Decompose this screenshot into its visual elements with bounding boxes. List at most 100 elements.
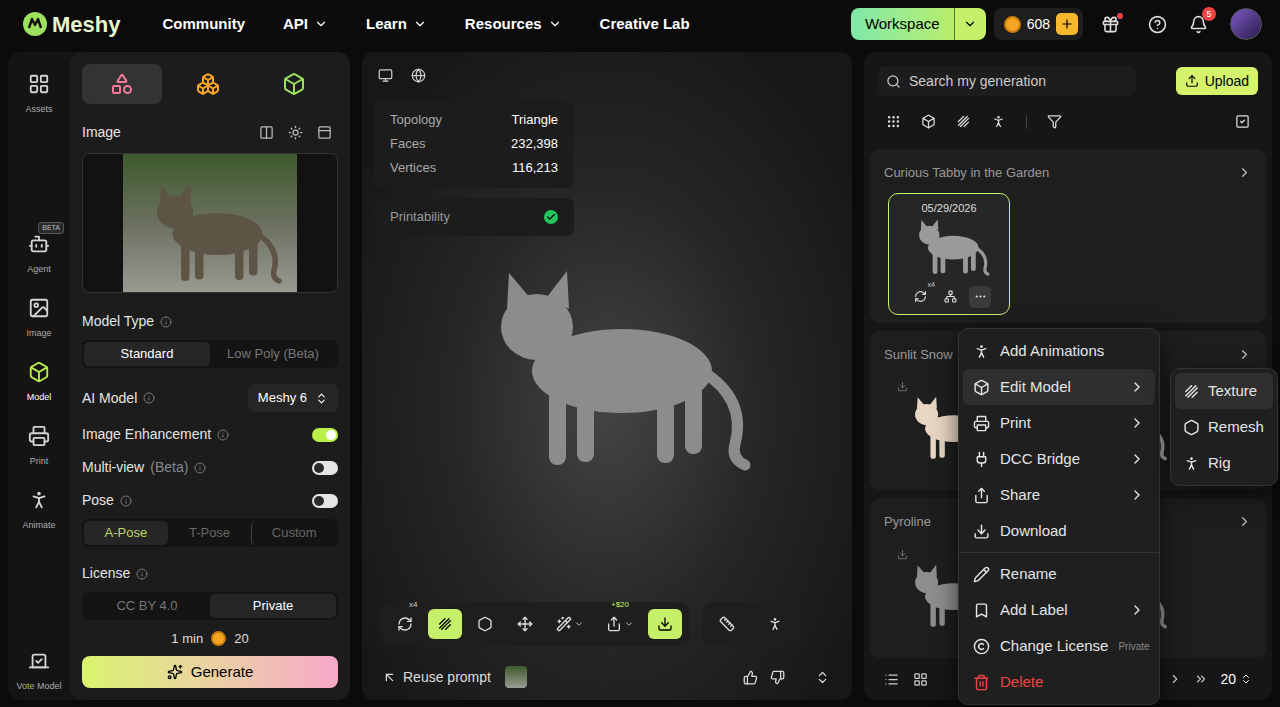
submenu-item[interactable]: Rig — [1175, 445, 1273, 481]
segment-option[interactable]: Standard — [84, 342, 210, 366]
animation-icon[interactable] — [991, 114, 1006, 129]
rail-item[interactable]: Model — [10, 357, 68, 403]
segment-option[interactable]: Low Poly (Beta) — [210, 342, 336, 366]
chevron-right-icon[interactable] — [1237, 514, 1252, 529]
light-icon[interactable] — [288, 125, 303, 140]
menu-item[interactable]: Add Animations — [963, 333, 1155, 369]
select-icon[interactable] — [1235, 114, 1250, 129]
rail-item[interactable]: BETAAgent — [10, 229, 68, 275]
mode-tab[interactable] — [168, 64, 248, 104]
mode-tab[interactable] — [254, 64, 334, 104]
rail-item[interactable]: Animate — [10, 485, 68, 531]
menu-item[interactable]: Change LicensePrivate — [963, 628, 1155, 664]
submenu-item[interactable]: Texture — [1175, 373, 1273, 409]
group-title[interactable]: Curious Tabby in the Garden — [884, 163, 1049, 183]
reuse-prompt-button[interactable]: Reuse prompt — [382, 667, 491, 688]
credits[interactable]: 608 — [994, 8, 1083, 40]
image-dropzone[interactable] — [82, 153, 338, 293]
mode-tab[interactable] — [82, 64, 162, 104]
thumbs-down-icon[interactable] — [770, 670, 785, 685]
next-page-icon[interactable] — [1168, 672, 1182, 686]
info-icon[interactable] — [217, 429, 229, 441]
rig-button[interactable] — [939, 286, 961, 308]
toolbar-button[interactable] — [508, 609, 542, 639]
nav-link[interactable]: API — [283, 13, 328, 36]
model-card[interactable]: 05/29/2026x4 — [888, 193, 1010, 315]
info-icon[interactable] — [194, 462, 206, 474]
group-title[interactable]: Pyroline — [884, 512, 931, 532]
chevron-right-icon[interactable] — [1237, 165, 1252, 180]
group-title[interactable]: Sunlit Snow — [884, 345, 953, 365]
toggle-switch[interactable] — [312, 494, 338, 508]
model-icon[interactable] — [921, 114, 936, 129]
toolbar-button[interactable] — [428, 609, 462, 639]
rail-item[interactable]: Assets — [10, 69, 68, 115]
workspace-button[interactable]: Workspace — [851, 8, 954, 40]
globe-icon[interactable] — [411, 68, 426, 83]
nav-link[interactable]: Community — [162, 13, 245, 36]
list-view-icon[interactable] — [884, 672, 899, 687]
pose-option[interactable]: T-Pose — [168, 521, 252, 545]
toolbar-button[interactable]: x4 — [388, 609, 422, 639]
monitor-icon[interactable] — [378, 68, 393, 83]
menu-item[interactable]: Add Label — [963, 592, 1155, 628]
toolbar-button[interactable] — [648, 609, 682, 639]
upload-button[interactable]: Upload — [1176, 67, 1258, 95]
nav-link[interactable]: Learn — [366, 13, 427, 36]
toolbar-button[interactable] — [758, 609, 792, 639]
nav-link[interactable]: Creative Lab — [600, 13, 690, 36]
menu-item[interactable]: Edit Model — [963, 369, 1155, 405]
chevron-right-icon[interactable] — [1237, 347, 1252, 362]
info-icon[interactable] — [160, 316, 172, 328]
rail-item[interactable]: Print — [10, 421, 68, 467]
workspace-dropdown[interactable] — [954, 8, 986, 40]
regenerate-button[interactable]: x4 — [909, 286, 931, 308]
toolbar-button[interactable] — [548, 609, 592, 639]
toggle-switch[interactable] — [312, 428, 338, 442]
menu-item[interactable]: DCC Bridge — [963, 441, 1155, 477]
generate-button[interactable]: Generate — [82, 656, 338, 688]
search-field[interactable]: Search my generation — [878, 66, 1136, 96]
filter-icon[interactable] — [1047, 114, 1062, 129]
menu-item[interactable]: Print — [963, 405, 1155, 441]
thumbs-up-icon[interactable] — [743, 670, 758, 685]
page-size[interactable]: 20 — [1220, 669, 1252, 690]
all-icon[interactable] — [886, 114, 901, 129]
info-icon[interactable] — [120, 495, 132, 507]
avatar[interactable] — [1230, 8, 1262, 40]
help-icon[interactable] — [1148, 15, 1167, 34]
toolbar-button[interactable] — [468, 609, 502, 639]
menu-item[interactable]: Share — [963, 477, 1155, 513]
toggle-switch[interactable] — [312, 461, 338, 475]
model-canvas[interactable] — [374, 236, 840, 602]
grid-view-icon[interactable] — [913, 672, 928, 687]
menu-item[interactable]: Delete — [963, 664, 1155, 700]
panel-icon[interactable] — [317, 125, 332, 140]
field-label: AI Model — [82, 388, 137, 409]
segment-option[interactable]: Private — [210, 594, 336, 618]
source-thumbnail[interactable] — [505, 666, 527, 688]
add-credits-button[interactable] — [1056, 13, 1078, 35]
notifications-button[interactable]: 5 — [1189, 15, 1208, 34]
gift-button[interactable] — [1101, 15, 1120, 34]
nav-link[interactable]: Resources — [465, 13, 562, 36]
ai-model-select[interactable]: Meshy 6 — [248, 384, 338, 412]
toolbar-button[interactable] — [710, 609, 744, 639]
logo[interactable]: Meshy — [22, 8, 120, 41]
info-icon[interactable] — [143, 392, 155, 404]
toolbar-button[interactable]: +$20 — [598, 609, 642, 639]
rail-item[interactable]: Image — [10, 293, 68, 339]
time-estimate: 1 min — [171, 629, 203, 649]
expand-icon[interactable] — [815, 670, 830, 685]
compare-icon[interactable] — [259, 125, 274, 140]
rail-item[interactable]: Vote Model — [10, 646, 68, 692]
menu-item[interactable]: Download — [963, 513, 1155, 549]
last-page-icon[interactable] — [1194, 672, 1208, 686]
pose-option[interactable]: Custom — [251, 521, 336, 545]
more-button[interactable] — [969, 286, 991, 308]
pose-option[interactable]: A-Pose — [84, 521, 168, 545]
info-icon[interactable] — [136, 568, 148, 580]
segment-option[interactable]: CC BY 4.0 — [84, 594, 210, 618]
menu-item[interactable]: Rename — [963, 556, 1155, 592]
submenu-item[interactable]: Remesh — [1175, 409, 1273, 445]
